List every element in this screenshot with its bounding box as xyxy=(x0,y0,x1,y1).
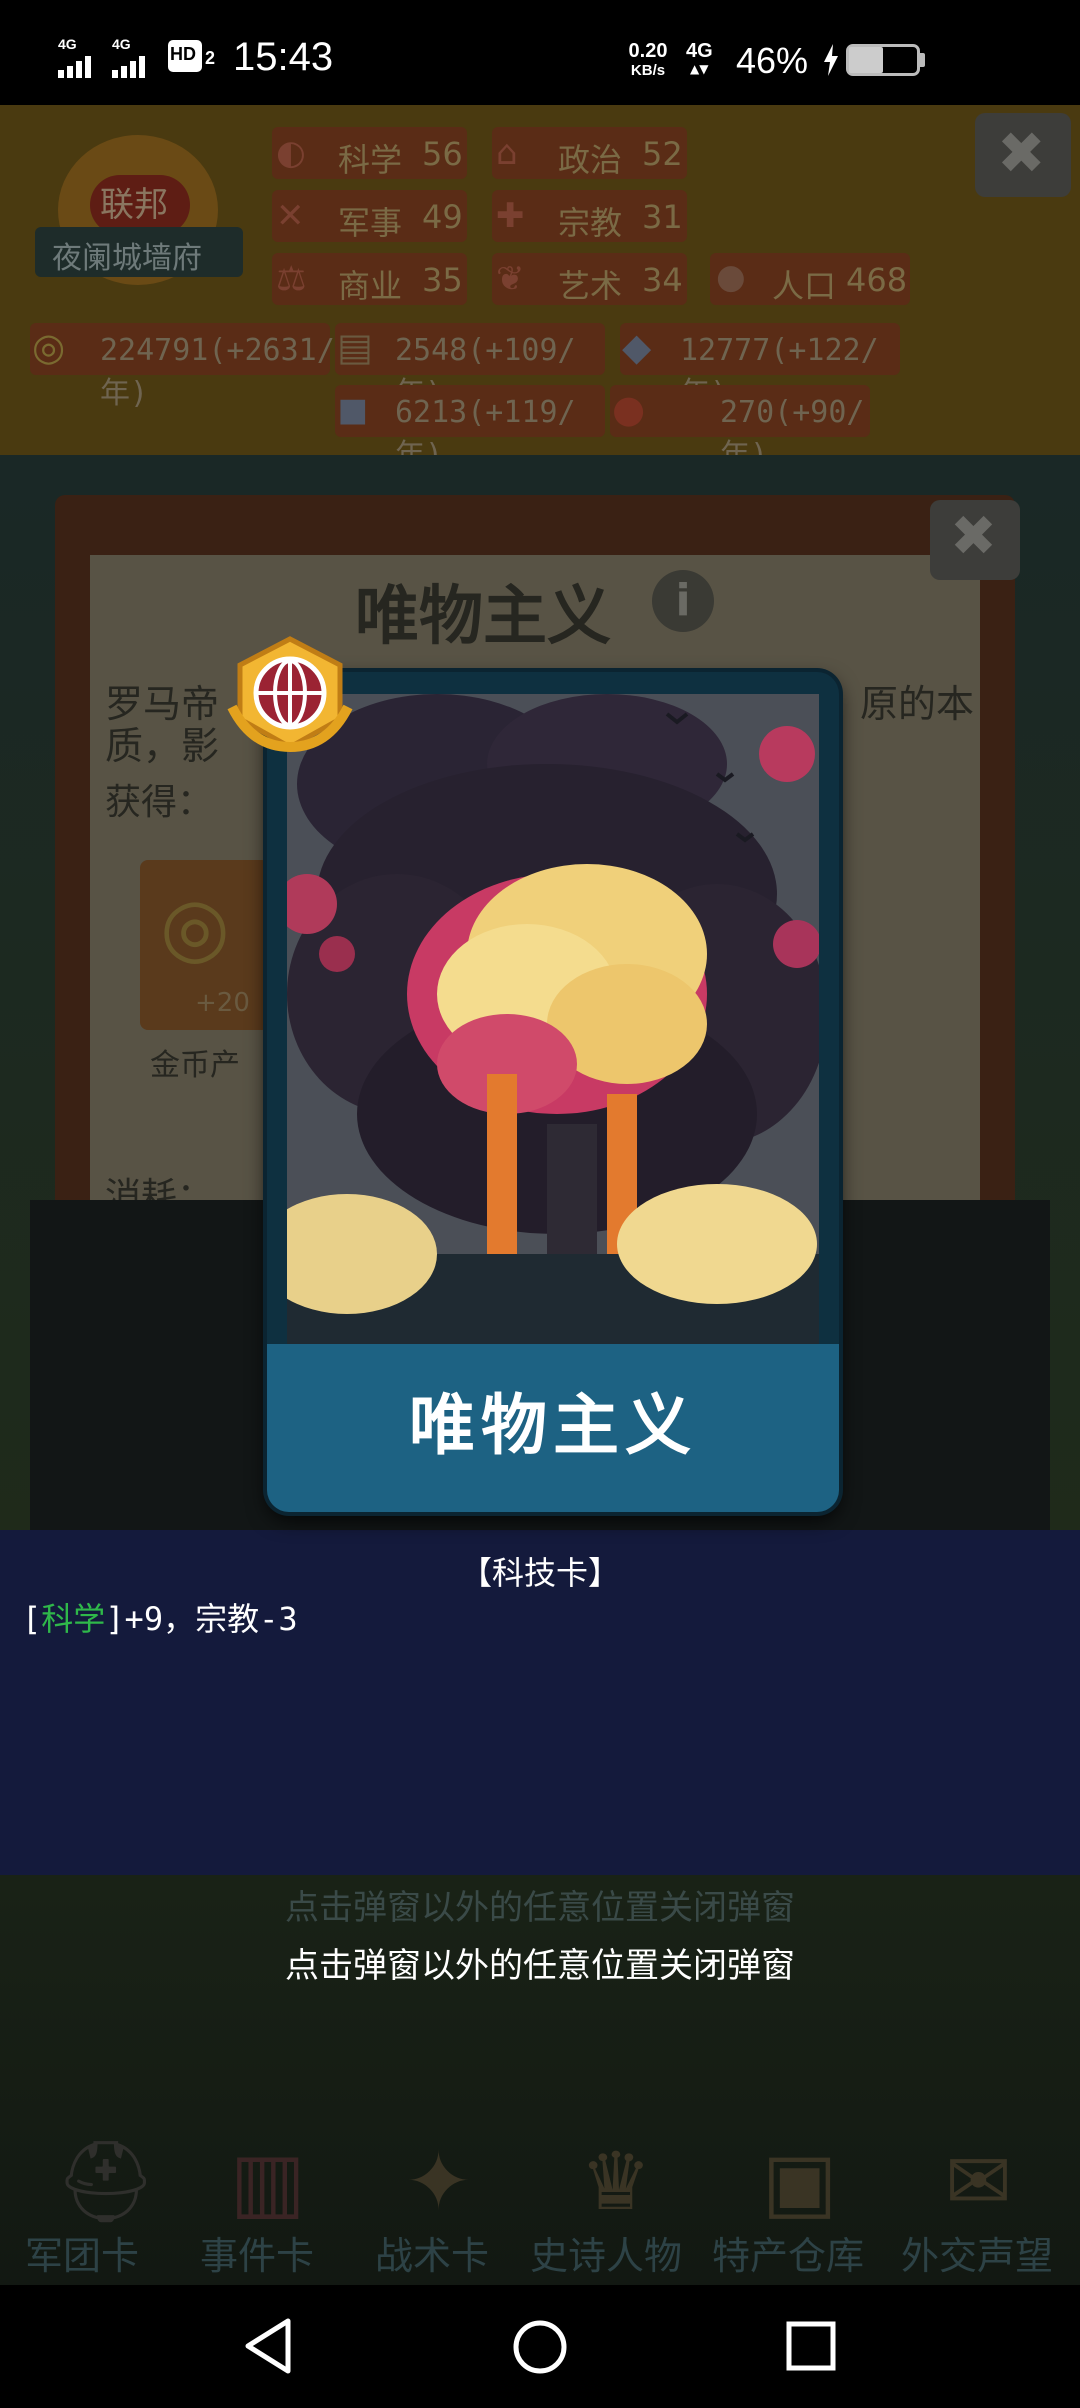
back-button[interactable] xyxy=(240,2317,296,2375)
explosion-artwork xyxy=(287,694,819,1362)
chest-icon: ▣ xyxy=(762,2135,838,2228)
card-artwork xyxy=(287,694,819,1362)
charging-icon xyxy=(824,44,838,76)
close-hint-shadow: 点击弹窗以外的任意位置关闭弹窗 xyxy=(285,1888,795,1928)
tech-card: 唯物主义 xyxy=(267,672,839,1512)
city-name: 夜阑城墙府 xyxy=(52,241,202,276)
tactic-icon: ✦ xyxy=(405,2135,473,2228)
system-nav-bar xyxy=(0,2285,1080,2408)
info-icon[interactable]: i xyxy=(652,570,714,632)
stat-politics[interactable]: ⌂ 政治 52 xyxy=(492,127,687,179)
politics-icon: ⌂ xyxy=(496,133,518,173)
battery-percent: 46% xyxy=(736,40,809,81)
scales-icon: ⚖ xyxy=(276,259,307,299)
resource-gold: ◎ 224791(+2631/年) xyxy=(30,323,335,411)
stat-commerce[interactable]: ⚖ 商业 35 xyxy=(272,253,467,305)
close-button[interactable]: ✖ xyxy=(975,113,1071,197)
close-icon: ✖ xyxy=(950,504,997,569)
science-badge xyxy=(222,635,358,753)
scroll-icon: ▥ xyxy=(230,2135,306,2228)
battery-icon xyxy=(846,44,920,76)
network-type: 4G xyxy=(686,40,713,62)
dialog-close-button[interactable]: ✖ xyxy=(930,500,1020,580)
network-type: 4G xyxy=(58,36,77,52)
tab-specialty-warehouse[interactable]: ▣ 特产仓库 xyxy=(712,2115,892,2285)
iron-icon: ◆ xyxy=(622,325,652,369)
science-icon: ◐ xyxy=(276,133,306,173)
dialog-title: 唯物主义 xyxy=(355,580,611,654)
resource-iron: ◆ 12777(+122/年) xyxy=(620,323,900,411)
tab-diplomatic-prestige[interactable]: ✉ 外交声望 xyxy=(895,2115,1075,2285)
card-info-panel: 【科技卡】 [科学]+9，宗教-3 xyxy=(0,1530,1080,1875)
art-icon: ❦ xyxy=(496,259,525,299)
stat-military[interactable]: ✕ 军事 49 xyxy=(272,190,467,242)
home-button[interactable] xyxy=(512,2319,568,2375)
stat-population[interactable]: ● 人口 468 xyxy=(710,253,910,305)
bottom-tab-bar: ⛑ 军团卡 ▥ 事件卡 ✦ 战术卡 ♛ 史诗人物 ▣ 特产仓库 ✉ 外交声望 xyxy=(0,2115,1080,2285)
stone-icon: ◼ xyxy=(337,387,369,431)
religion-icon: ✚ xyxy=(496,196,525,236)
city-header: 联邦 夜阑城墙府 ◐ 科学 56 ⌂ 政治 52 ✕ 军事 49 ✚ 宗教 31… xyxy=(0,105,1080,473)
stat-religion[interactable]: ✚ 宗教 31 xyxy=(492,190,687,242)
meat-icon: ● xyxy=(612,387,646,431)
network-type: 4G xyxy=(112,36,131,52)
status-bar: 4G 4G HD 2 15:43 0.20 KB/s 4G ▲▼ 46% xyxy=(0,0,1080,120)
recents-button[interactable] xyxy=(786,2321,836,2371)
person-icon: ● xyxy=(716,257,746,297)
effect-keyword: 科学 xyxy=(41,1600,106,1638)
hd-icon: HD xyxy=(168,40,202,72)
tab-legion-cards[interactable]: ⛑ 军团卡 xyxy=(15,2115,175,2285)
resource-wood: ▤ 2548(+109/年) xyxy=(335,323,605,411)
card-name: 唯物主义 xyxy=(409,1387,697,1464)
wood-icon: ▤ xyxy=(337,325,373,369)
gold-coins-icon: ◎ xyxy=(32,325,66,369)
tab-tactic-cards[interactable]: ✦ 战术卡 xyxy=(365,2115,525,2285)
close-hint: 点击弹窗以外的任意位置关闭弹窗 xyxy=(285,1946,795,1986)
faction-badge: 联邦 xyxy=(100,185,168,225)
swords-icon: ✕ xyxy=(276,196,305,236)
clock: 15:43 xyxy=(233,35,334,79)
stat-science[interactable]: ◐ 科学 56 xyxy=(272,127,467,179)
resource-meat: ● 270(+90/年) xyxy=(610,385,870,473)
helmet-icon: ⛑ xyxy=(55,2135,157,2228)
tab-epic-figures[interactable]: ♛ 史诗人物 xyxy=(530,2115,710,2285)
net-speed: 0.20 xyxy=(628,40,668,62)
reward-tile: ◎ +20 xyxy=(140,860,270,1030)
crown-icon: ♛ xyxy=(580,2135,652,2228)
data-arrows-icon: ▲▼ xyxy=(690,62,709,76)
globe-badge-icon xyxy=(227,636,353,753)
resource-stone: ◼ 6213(+119/年) xyxy=(335,385,605,473)
stat-art[interactable]: ❦ 艺术 34 xyxy=(492,253,687,305)
card-effect: [科学]+9，宗教-3 xyxy=(22,1600,298,1638)
close-icon: ✖ xyxy=(997,119,1046,187)
tab-event-cards[interactable]: ▥ 事件卡 xyxy=(190,2115,350,2285)
card-type: 【科技卡】 xyxy=(459,1554,620,1592)
gold-coins-icon: ◎ xyxy=(160,880,230,973)
letter-icon: ✉ xyxy=(945,2135,1013,2228)
